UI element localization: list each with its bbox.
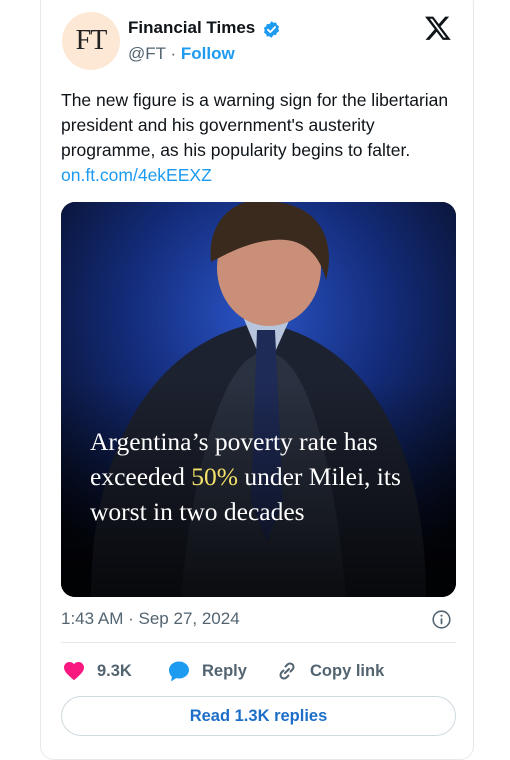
verified-badge-icon [263, 21, 280, 38]
reply-bubble-icon [169, 661, 189, 682]
read-replies-button[interactable]: Read 1.3K replies [61, 696, 456, 736]
tweet-link[interactable]: on.ft.com/4ekEEXZ [61, 165, 212, 185]
media-photo [61, 202, 456, 597]
copy-link-button[interactable]: Copy link [274, 659, 384, 683]
avatar[interactable]: FT [62, 12, 120, 70]
tweet-timestamp[interactable]: 1:43 AM · Sep 27, 2024 [61, 609, 240, 629]
media-headline: Argentina’s poverty rate has exceeded 50… [90, 424, 450, 529]
tweet-body: The new figure is a warning sign for the… [61, 90, 449, 160]
tweet-text: The new figure is a warning sign for the… [61, 88, 461, 188]
handle-separator: · [170, 44, 177, 63]
follow-button[interactable]: Follow [181, 44, 235, 63]
x-logo-icon[interactable] [424, 14, 452, 42]
display-name[interactable]: Financial Times [128, 18, 255, 38]
copy-link-label: Copy link [310, 661, 385, 680]
reply-button[interactable]: Reply [166, 659, 247, 683]
likes-count: 9.3K [97, 661, 132, 680]
headline-highlight: 50% [191, 462, 238, 491]
copy-link-icon [279, 662, 295, 680]
info-icon[interactable] [431, 609, 452, 630]
avatar-text: FT [75, 25, 108, 56]
handle[interactable]: @FT [128, 44, 166, 63]
like-button[interactable]: 9.3K [61, 659, 132, 683]
tweet-media-image[interactable]: Argentina’s poverty rate has exceeded 50… [61, 202, 456, 597]
tweet-time: 1:43 AM [61, 609, 124, 628]
meta-separator: · [128, 609, 134, 628]
divider [61, 642, 456, 643]
reply-label: Reply [202, 661, 247, 680]
heart-icon [64, 662, 84, 681]
tweet-date: Sep 27, 2024 [138, 609, 240, 628]
handle-row: @FT · Follow [128, 44, 235, 64]
